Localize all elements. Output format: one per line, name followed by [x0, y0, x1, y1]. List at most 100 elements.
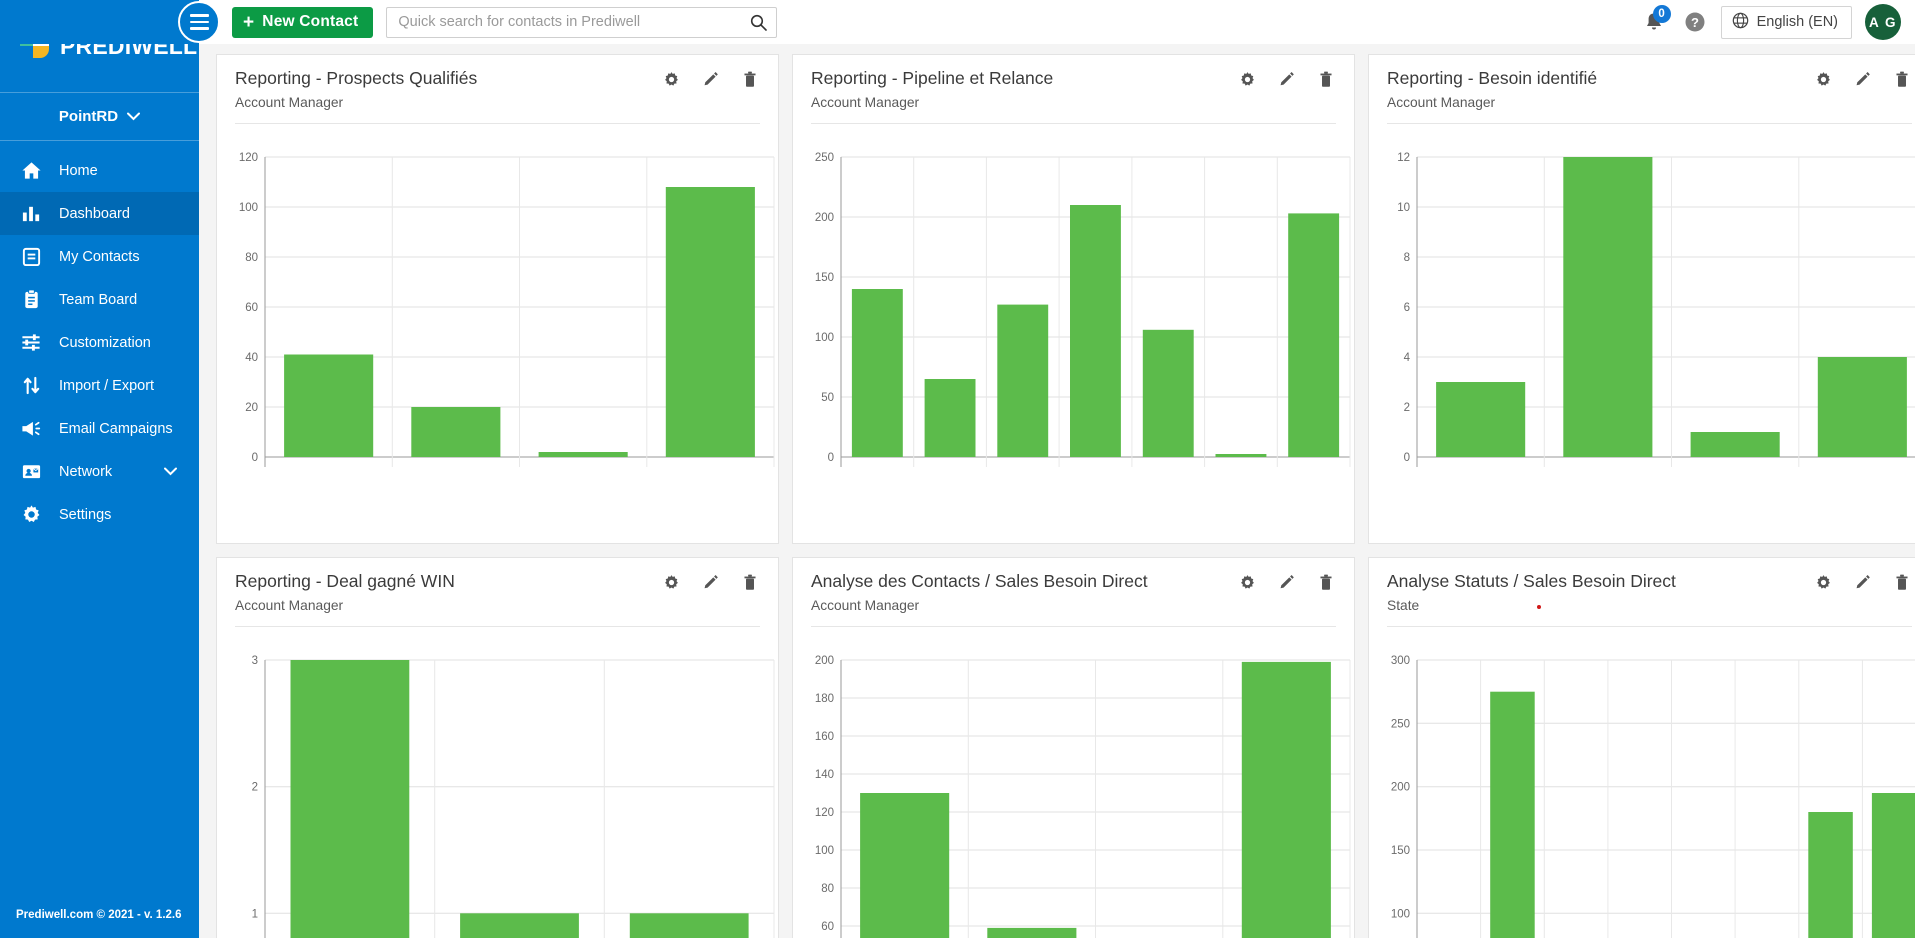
card-actions [1815, 68, 1912, 88]
card-settings-button[interactable] [663, 574, 680, 591]
sidebar-item-network[interactable]: Network [0, 450, 199, 493]
card-edit-button[interactable] [702, 574, 719, 591]
sidebar-item-team-board[interactable]: Team Board [0, 278, 199, 321]
card-header: Reporting - Besoin identifié Account Mana… [1369, 55, 1915, 110]
sidebar-item-customization[interactable]: Customization [0, 321, 199, 364]
sidebar-item-settings[interactable]: Settings [0, 493, 199, 536]
clipboard-icon [20, 289, 42, 311]
sidebar-item-import-export[interactable]: Import / Export [0, 364, 199, 407]
svg-text:120: 120 [239, 152, 258, 164]
dashboard-card: Reporting - Besoin identifié Account Mana… [1368, 54, 1915, 544]
sidebar-nav: Home Dashboard My Contacts Team Board Custom… [0, 141, 199, 536]
sidebar-item-label: Team Board [59, 291, 138, 308]
card-edit-button[interactable] [1854, 71, 1871, 88]
sidebar-item-label: Customization [59, 334, 151, 351]
search-box[interactable] [386, 6, 778, 38]
svg-text:0: 0 [828, 452, 834, 464]
bar-chart: 0 2 4 6 8 10 12 [1369, 143, 1915, 543]
sidebar-item-label: Network [59, 463, 113, 480]
new-contact-button[interactable]: + New Contact [232, 6, 374, 38]
card-settings-button[interactable] [663, 71, 680, 88]
sidebar-item-label: Home [59, 162, 98, 179]
svg-text:200: 200 [1391, 782, 1410, 794]
card-title: Reporting - Pipeline et Relance [811, 68, 1054, 88]
dashboard-main: Reporting - Prospects Qualifiés Account M… [199, 44, 1915, 938]
card-settings-button[interactable] [1239, 574, 1256, 591]
card-divider [235, 625, 760, 627]
notifications-button[interactable]: 0 [1633, 0, 1675, 44]
card-header: Analyse Statuts / Sales Besoin Direct Sta… [1369, 558, 1915, 613]
card-header: Reporting - Deal gagné WIN Account Manage… [217, 558, 778, 613]
svg-text:100: 100 [815, 845, 834, 857]
org-switcher[interactable]: PointRD [0, 93, 199, 140]
menu-toggle-button[interactable] [178, 1, 220, 43]
bar-chart: 0 50 100 150 200 250 [793, 143, 1354, 543]
top-bar: + New Contact 0 ? English (EN) [0, 0, 1915, 44]
card-header: Reporting - Prospects Qualifiés Account M… [217, 55, 778, 110]
sidebar-item-dashboard[interactable]: Dashboard [0, 192, 199, 235]
card-edit-button[interactable] [1278, 574, 1295, 591]
card-subtitle-row: Account Manager [811, 598, 1336, 613]
card-settings-button[interactable] [1815, 574, 1832, 591]
card-settings-button[interactable] [1239, 71, 1256, 88]
dashboard-card-grid: Reporting - Prospects Qualifiés Account M… [199, 44, 1915, 938]
search-icon[interactable] [750, 14, 768, 31]
card-delete-button[interactable] [1893, 574, 1910, 591]
sidebar-item-home[interactable]: Home [0, 149, 199, 192]
svg-text:200: 200 [815, 212, 834, 224]
card-title: Analyse des Contacts / Sales Besoin Dire… [811, 571, 1148, 591]
card-delete-button[interactable] [1317, 574, 1334, 591]
sidebar-item-email-campaigns[interactable]: Email Campaigns [0, 407, 199, 450]
svg-text:50: 50 [821, 392, 834, 404]
card-subtitle: State [1387, 597, 1420, 613]
svg-text:0: 0 [1404, 452, 1410, 464]
svg-text:20: 20 [245, 402, 258, 414]
svg-text:180: 180 [815, 693, 834, 705]
svg-text:3: 3 [252, 655, 258, 667]
card-subtitle: Account Manager [235, 94, 344, 110]
card-subtitle: Account Manager [811, 94, 920, 110]
search-input[interactable] [398, 14, 751, 30]
card-subtitle-row: Account Manager [235, 598, 760, 613]
dashboard-card: Reporting - Prospects Qualifiés Account M… [216, 54, 779, 544]
avatar[interactable]: A G [1865, 4, 1901, 40]
card-actions [1239, 68, 1336, 88]
card-edit-button[interactable] [702, 71, 719, 88]
language-selector[interactable]: English (EN) [1720, 5, 1852, 39]
card-divider [811, 122, 1336, 124]
svg-text:8: 8 [1404, 252, 1410, 264]
card-title-row: Reporting - Prospects Qualifiés [235, 68, 760, 90]
card-settings-button[interactable] [1815, 71, 1832, 88]
hamburger-bar-3 [189, 27, 209, 30]
card-actions [663, 68, 760, 88]
card-edit-button[interactable] [1278, 71, 1295, 88]
dashboard-card: Analyse Statuts / Sales Besoin Direct Sta… [1368, 557, 1915, 938]
card-delete-button[interactable] [1317, 71, 1334, 88]
card-edit-button[interactable] [1854, 574, 1871, 591]
svg-text:150: 150 [815, 272, 834, 284]
card-divider [1387, 122, 1912, 124]
gear-icon [20, 504, 42, 526]
sidebar-item-label: Email Campaigns [59, 420, 173, 437]
bar-chart-icon [20, 203, 42, 225]
chevron-down-icon[interactable] [164, 464, 177, 480]
svg-text:2: 2 [252, 782, 258, 794]
sidebar-item-my-contacts[interactable]: My Contacts [0, 235, 199, 278]
help-button[interactable]: ? [1675, 0, 1715, 44]
card-delete-button[interactable] [741, 71, 758, 88]
svg-text:140: 140 [815, 769, 834, 781]
hamburger-bar-1 [189, 14, 209, 17]
card-delete-button[interactable] [1893, 71, 1910, 88]
svg-text:?: ? [1691, 15, 1699, 30]
contacts-icon [20, 246, 42, 268]
svg-text:120: 120 [815, 807, 834, 819]
plus-icon: + [243, 11, 255, 33]
card-subtitle-row: Account Manager [811, 95, 1336, 110]
card-delete-button[interactable] [741, 574, 758, 591]
bar-chart: 0 20 40 60 80 100 120 [217, 143, 778, 543]
card-title: Reporting - Prospects Qualifiés [235, 68, 478, 88]
svg-text:250: 250 [1391, 718, 1410, 730]
sidebar-item-label: Import / Export [59, 377, 155, 394]
sidebar-item-label: My Contacts [59, 248, 140, 265]
id-card-icon [20, 461, 42, 483]
